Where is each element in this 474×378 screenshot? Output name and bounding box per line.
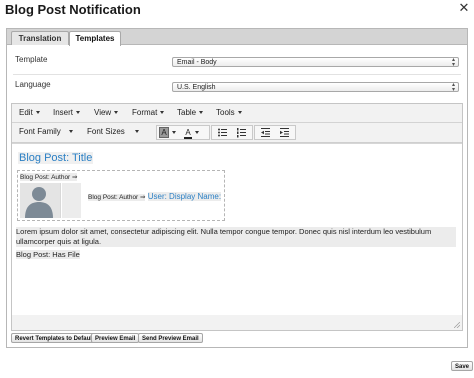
chevron-down-icon: [68, 130, 73, 134]
dialog-title: Blog Post Notification: [5, 2, 141, 17]
editor-menubar: Edit Insert View Format Table Tools: [12, 104, 462, 123]
menu-edit[interactable]: Edit: [19, 107, 40, 119]
preview-email-button[interactable]: Preview Email: [91, 333, 140, 343]
author-block: Blog Post: Author ⇒ Blog Post: Author ⇒ …: [17, 170, 225, 221]
close-icon[interactable]: ✕: [457, 1, 471, 15]
send-preview-email-button[interactable]: Send Preview Email: [138, 333, 203, 343]
outdent-icon[interactable]: [260, 127, 271, 138]
template-label: Template: [15, 55, 48, 64]
language-select-value: U.S. English: [177, 84, 216, 91]
has-file-placeholder: Blog Post: Has File: [16, 250, 80, 259]
save-button[interactable]: Save: [451, 361, 474, 371]
menu-view[interactable]: View: [94, 107, 119, 119]
rich-text-editor: Edit Insert View Format Table Tools Font…: [11, 103, 463, 331]
chevron-down-icon: [172, 131, 176, 135]
template-select[interactable]: Email - Body ▴ ▾: [172, 57, 459, 68]
tab-templates[interactable]: Templates: [69, 31, 121, 46]
default-avatar-icon: [20, 183, 61, 218]
menu-format[interactable]: Format: [132, 107, 165, 119]
tabs-panel: Translation Templates Template Email - B…: [6, 28, 468, 348]
author-placeholder: Blog Post: Author ⇒: [88, 194, 146, 201]
language-select[interactable]: U.S. English ▴ ▾: [172, 82, 459, 93]
chevron-down-icon: [237, 111, 242, 115]
tab-translation[interactable]: Translation: [11, 31, 69, 45]
font-family-group: Font Family: [14, 125, 84, 138]
content-heading: Blog Post: Title: [18, 152, 94, 164]
menu-table[interactable]: Table: [177, 107, 204, 119]
author-line: Blog Post: Author ⇒ User: Display Name:: [88, 192, 222, 201]
menu-tools[interactable]: Tools: [216, 107, 242, 119]
editor-content[interactable]: Blog Post: Title Blog Post: Author ⇒ Blo…: [12, 143, 462, 316]
chevron-down-icon: [160, 111, 165, 115]
select-arrows-icon: ▴ ▾: [451, 82, 455, 93]
body-paragraph: Lorem ipsum dolor sit amet, consectetur …: [16, 227, 456, 247]
chevron-down-icon: [195, 131, 199, 135]
chevron-down-icon: [134, 130, 139, 134]
display-name-placeholder: User: Display Name:: [147, 192, 222, 201]
font-sizes-group: Font Sizes: [85, 125, 155, 138]
chevron-down-icon: [199, 111, 204, 115]
chevron-down-icon: [35, 111, 40, 115]
revert-templates-button[interactable]: Revert Templates to Default: [11, 333, 98, 343]
background-color-icon[interactable]: A: [184, 126, 206, 139]
template-select-value: Email - Body: [177, 59, 217, 66]
bullet-list-icon[interactable]: [217, 127, 228, 138]
color-group: A A: [156, 125, 210, 140]
avatar-spacer: [62, 183, 81, 218]
font-family-dropdown[interactable]: Font Family: [19, 125, 73, 138]
indent-icon[interactable]: [279, 127, 290, 138]
language-label: Language: [15, 80, 51, 89]
chevron-down-icon: [76, 111, 81, 115]
numbered-list-icon[interactable]: [236, 127, 247, 138]
editor-statusbar: [12, 315, 462, 330]
chevron-down-icon: [114, 111, 119, 115]
indent-group: [254, 125, 296, 140]
text-color-icon[interactable]: A: [159, 126, 181, 139]
divider: [13, 74, 461, 75]
tab-strip: Translation Templates: [7, 29, 467, 46]
font-sizes-dropdown[interactable]: Font Sizes: [87, 125, 139, 138]
menu-insert[interactable]: Insert: [53, 107, 81, 119]
list-group: [211, 125, 253, 140]
select-arrows-icon: ▴ ▾: [451, 57, 455, 68]
author-placeholder: Blog Post: Author ⇒: [20, 173, 78, 181]
resize-handle-icon[interactable]: [454, 322, 460, 328]
editor-toolbar: Font Family Font Sizes A A: [12, 123, 462, 143]
